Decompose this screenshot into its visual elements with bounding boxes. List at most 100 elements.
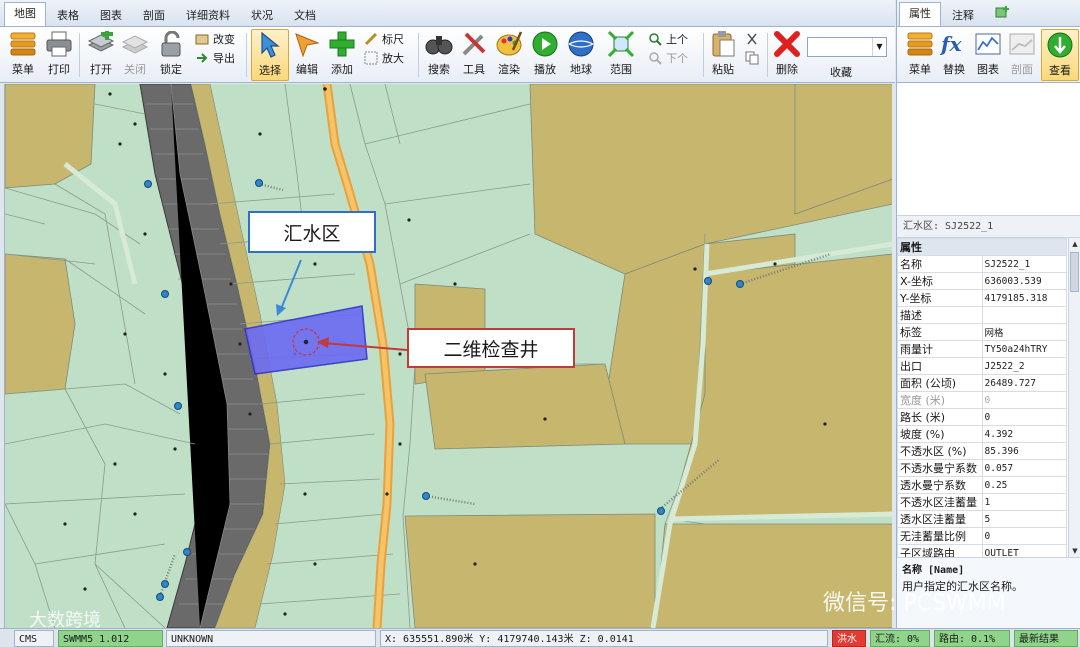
property-row[interactable]: 出口 J2522_2 — [897, 357, 1067, 375]
property-value[interactable]: 0 — [981, 527, 1067, 545]
flood-indicator[interactable]: 洪水 — [832, 630, 866, 647]
property-value[interactable]: 0 — [981, 408, 1067, 426]
property-grid[interactable]: 属性 名称 SJ2522_1 X-坐标 636003.539 Y-坐标 4179185.3… — [897, 238, 1080, 557]
cut-button[interactable] — [745, 30, 763, 48]
print-button[interactable]: 打印 — [40, 29, 78, 81]
tab-details[interactable]: 详细资料 — [176, 4, 240, 26]
binoculars-icon — [424, 29, 454, 59]
property-row[interactable]: 不透水区洼蓄量 1 — [897, 493, 1067, 511]
model-version-dropdown[interactable]: SWMM5 1.012 — [58, 630, 163, 647]
property-row[interactable]: 坡度 (%) 4.392 — [897, 425, 1067, 443]
favorites-dropdown[interactable]: ▼ — [807, 37, 887, 57]
select-tool[interactable]: 选择 — [251, 29, 289, 81]
lock-button[interactable]: 锁定 — [152, 29, 190, 81]
property-row[interactable]: 宽度 (米) 0 — [897, 391, 1067, 409]
property-grid-scrollbar[interactable]: ▲ ▼ — [1068, 238, 1080, 557]
property-row[interactable]: Y-坐标 4179185.318 — [897, 289, 1067, 307]
plus-icon — [327, 29, 357, 59]
property-row[interactable]: X-坐标 636003.539 — [897, 272, 1067, 290]
property-row[interactable]: 名称 SJ2522_1 — [897, 255, 1067, 273]
chart-button[interactable]: 图表 — [969, 29, 1007, 81]
property-value[interactable] — [981, 306, 1067, 324]
play-button[interactable]: 播放 — [526, 29, 564, 81]
property-value[interactable]: SJ2522_1 — [981, 255, 1067, 273]
property-value[interactable]: OUTLET — [981, 544, 1067, 557]
property-key: 透水区洼蓄量 — [897, 510, 983, 528]
scroll-up-icon[interactable]: ▲ — [1069, 238, 1080, 250]
property-value[interactable]: 0.25 — [981, 476, 1067, 494]
zoom-in-button[interactable]: 放大 — [364, 49, 404, 67]
tab-properties[interactable]: 属性 — [899, 2, 941, 26]
property-row[interactable]: 路长 (米) 0 — [897, 408, 1067, 426]
tab-graph[interactable]: 图表 — [90, 4, 132, 26]
stack-menu-icon — [905, 29, 935, 59]
next-extent-button[interactable]: 下个 — [648, 49, 688, 67]
close-layer-button[interactable]: 关闭 — [116, 29, 154, 81]
fx-icon: fx — [939, 29, 969, 59]
delete-button[interactable]: 删除 — [768, 29, 806, 81]
tab-documents[interactable]: 文档 — [284, 4, 326, 26]
property-value[interactable]: 636003.539 — [981, 272, 1067, 290]
profile-button[interactable]: 剖面 — [1003, 29, 1041, 81]
property-value[interactable]: 26489.727 — [981, 374, 1067, 392]
property-value[interactable]: 1 — [981, 493, 1067, 511]
property-row[interactable]: 子区域路由 OUTLET — [897, 544, 1067, 557]
extent-button[interactable]: 范围 — [602, 29, 640, 81]
tab-table[interactable]: 表格 — [47, 4, 89, 26]
tab-map[interactable]: 地图 — [4, 2, 46, 26]
property-value[interactable]: 0.057 — [981, 459, 1067, 477]
tab-annotations[interactable]: 注释 — [942, 4, 984, 26]
map-canvas[interactable]: 汇水区 二维检查井 大数跨境 — [4, 84, 892, 628]
add-tool[interactable]: 添加 — [323, 29, 361, 81]
edit-tool[interactable]: 编辑 — [288, 29, 326, 81]
property-value[interactable]: J2522_2 — [981, 357, 1067, 375]
tab-profile[interactable]: 剖面 — [133, 4, 175, 26]
tab-status[interactable]: 状况 — [241, 4, 283, 26]
property-value[interactable]: 4.392 — [981, 425, 1067, 443]
export-button[interactable]: 导出 — [195, 49, 235, 67]
property-key: 雨量计 — [897, 340, 983, 358]
menu-button[interactable]: 菜单 — [4, 29, 42, 81]
property-row[interactable]: 透水区洼蓄量 5 — [897, 510, 1067, 528]
crs-dropdown[interactable]: CMS — [14, 630, 54, 647]
property-row[interactable]: 不透水区 (%) 85.396 — [897, 442, 1067, 460]
layers-plus-icon — [86, 29, 116, 59]
scrollbar-thumb[interactable] — [1070, 252, 1079, 292]
copy-button[interactable] — [745, 49, 763, 67]
property-row[interactable]: 透水曼宁系数 0.25 — [897, 476, 1067, 494]
property-value[interactable]: 0 — [981, 391, 1067, 409]
property-value[interactable]: TY50a24hTRY — [981, 340, 1067, 358]
active-layer-field[interactable]: UNKNOWN — [166, 630, 376, 647]
prev-extent-button[interactable]: 上个 — [648, 30, 688, 48]
info-arrow-icon — [1045, 30, 1075, 60]
search-button[interactable]: 搜索 — [420, 29, 458, 81]
open-button[interactable]: 打开 — [82, 29, 120, 81]
property-row[interactable]: 无洼蓄量比例 0 — [897, 527, 1067, 545]
properties-panel: 属性 注释 菜单 fx 替换 图表 剖面 查看 汇水区: SJ2522_1 属性… — [823, 0, 1080, 629]
tab-add-annotation[interactable] — [985, 4, 1021, 26]
panel-menu-button[interactable]: 菜单 — [901, 29, 939, 81]
tools-button[interactable]: 工具 — [455, 29, 493, 81]
property-row[interactable]: 面积 (公顷) 26489.727 — [897, 374, 1067, 392]
description-title: 名称 [Name] — [902, 565, 965, 576]
property-value[interactable]: 5 — [981, 510, 1067, 528]
property-row[interactable]: 描述 — [897, 306, 1067, 324]
property-row[interactable]: 标签 网格 — [897, 323, 1067, 341]
scroll-down-icon[interactable]: ▼ — [1069, 545, 1080, 557]
ruler-button[interactable]: 标尺 — [364, 30, 404, 48]
latest-result-button[interactable]: 最新结果 — [1014, 630, 1078, 647]
printer-icon — [44, 29, 74, 59]
change-button[interactable]: 改变 — [195, 30, 235, 48]
property-value[interactable]: 4179185.318 — [981, 289, 1067, 307]
property-value[interactable]: 85.396 — [981, 442, 1067, 460]
panel-toolbar: 菜单 fx 替换 图表 剖面 查看 — [897, 27, 1080, 83]
property-value[interactable]: 网格 — [981, 323, 1067, 341]
property-key: 子区域路由 — [897, 544, 983, 557]
globe-button[interactable]: 地球 — [562, 29, 600, 81]
replace-button[interactable]: fx 替换 — [935, 29, 973, 81]
property-row[interactable]: 雨量计 TY50a24hTRY — [897, 340, 1067, 358]
paste-button[interactable]: 粘贴 — [704, 29, 742, 81]
view-button[interactable]: 查看 — [1041, 29, 1079, 81]
render-button[interactable]: 渲染 — [490, 29, 528, 81]
property-row[interactable]: 不透水曼宁系数 0.057 — [897, 459, 1067, 477]
